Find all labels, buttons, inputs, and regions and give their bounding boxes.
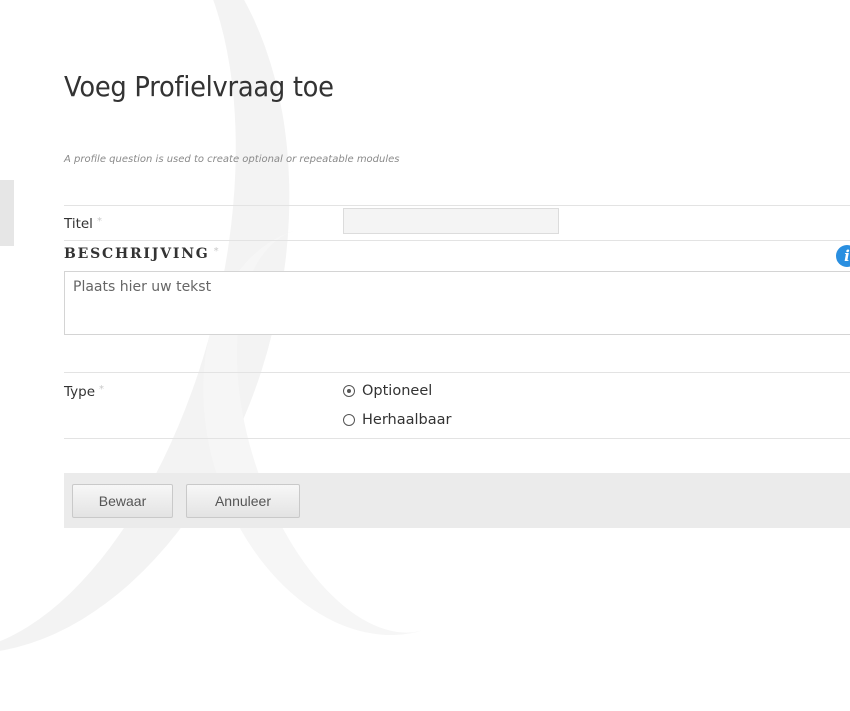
- button-bar: [64, 473, 850, 528]
- type-label-row: Type *: [64, 384, 104, 400]
- radio-unchecked-icon[interactable]: [343, 414, 355, 426]
- cancel-button[interactable]: Annuleer: [186, 484, 300, 518]
- radio-label-optioneel: Optioneel: [362, 383, 433, 399]
- titel-input[interactable]: [343, 208, 559, 234]
- required-marker: *: [213, 246, 219, 257]
- radio-checked-icon[interactable]: [343, 385, 355, 397]
- beschrijving-textarea[interactable]: Plaats hier uw tekst: [64, 271, 850, 335]
- beschrijving-heading: BESCHRIJVING: [64, 246, 210, 262]
- save-button[interactable]: Bewaar: [72, 484, 173, 518]
- radio-option-optioneel[interactable]: Optioneel: [343, 383, 432, 399]
- background-swoosh: [0, 0, 367, 711]
- beschrijving-heading-row: BESCHRIJVING *: [64, 246, 219, 262]
- titel-label-row: Titel *: [64, 216, 102, 232]
- page-subtitle: A profile question is used to create opt…: [64, 154, 400, 165]
- radio-option-herhaalbaar[interactable]: Herhaalbaar: [343, 412, 451, 428]
- titel-label: Titel: [64, 216, 93, 232]
- type-label: Type: [64, 384, 96, 400]
- divider: [64, 240, 850, 241]
- required-marker: *: [99, 384, 105, 395]
- beschrijving-placeholder: Plaats hier uw tekst: [73, 279, 212, 295]
- divider: [64, 372, 850, 373]
- page-title: Voeg Profielvraag toe: [64, 70, 334, 103]
- info-icon[interactable]: i: [836, 245, 850, 267]
- divider: [64, 205, 850, 206]
- radio-label-herhaalbaar: Herhaalbaar: [362, 412, 452, 428]
- divider: [64, 438, 850, 439]
- left-edge-stripe: [0, 180, 14, 246]
- required-marker: *: [96, 216, 102, 227]
